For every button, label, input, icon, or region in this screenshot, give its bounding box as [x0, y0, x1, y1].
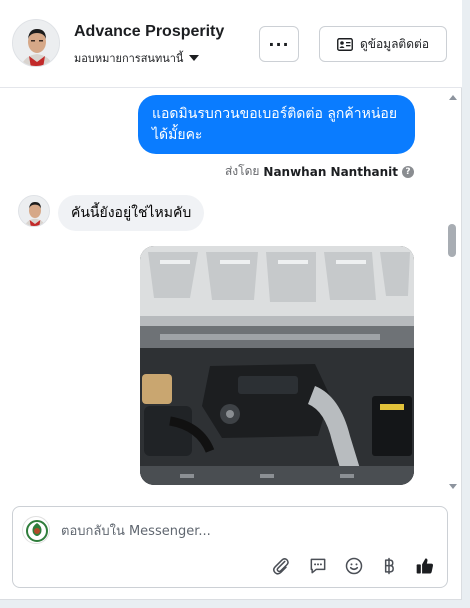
- more-options-label: ···: [268, 34, 290, 54]
- page-name: Advance Prosperity: [74, 23, 225, 40]
- sent-by-line: ส่งโดย Nanwhan Nanthanit ?: [225, 162, 414, 181]
- sent-by-prefix: ส่งโดย: [224, 164, 260, 178]
- outgoing-message-text: แอดมินรบกวนขอเบอร์ติดต่อ ลูกค้าหน่อยได้ม…: [152, 106, 398, 143]
- scroll-down-arrow[interactable]: [449, 484, 457, 489]
- incoming-message-text: คันนี้ยังอยู่ใช่ไหมคับ: [71, 205, 192, 221]
- engine-bay-image: [140, 246, 414, 485]
- more-options-button[interactable]: ···: [259, 26, 299, 62]
- thumbs-up-icon[interactable]: [413, 554, 437, 578]
- attachment-icon[interactable]: [269, 554, 293, 578]
- page-avatar: [22, 516, 50, 544]
- conversation-header: Advance Prosperity มอบหมายการสนทนานี้ ··…: [0, 0, 462, 88]
- incoming-message-bubble[interactable]: คันนี้ยังอยู่ใช่ไหมคับ: [58, 195, 205, 231]
- view-contact-label: ดูข้อมูลติดต่อ: [359, 36, 430, 51]
- view-contact-button[interactable]: ดูข้อมูลติดต่อ: [319, 26, 447, 62]
- help-icon[interactable]: ?: [402, 165, 414, 178]
- assign-conversation-dropdown[interactable]: มอบหมายการสนทนานี้: [74, 49, 200, 67]
- scrollbar-thumb[interactable]: [448, 224, 456, 257]
- reply-input[interactable]: [61, 520, 431, 542]
- emoji-icon[interactable]: [342, 554, 366, 578]
- contact-avatar[interactable]: [12, 19, 60, 67]
- sender-name: Nanwhan Nanthanit: [263, 164, 398, 179]
- page-logo-icon: [24, 518, 49, 543]
- contact-card-icon: [337, 37, 353, 51]
- incoming-sender-avatar: [18, 195, 50, 227]
- reply-composer: [12, 506, 448, 588]
- avatar-photo: [19, 196, 49, 226]
- caret-down-icon: [189, 55, 200, 61]
- assign-label: มอบหมายการสนทนานี้: [74, 52, 184, 65]
- engine-photo-attachment[interactable]: [140, 246, 414, 485]
- scroll-up-arrow[interactable]: [449, 95, 457, 100]
- outgoing-message-bubble[interactable]: แอดมินรบกวนขอเบอร์ติดต่อ ลูกค้าหน่อยได้ม…: [138, 95, 415, 154]
- avatar-photo: [13, 20, 59, 66]
- baht-icon[interactable]: [377, 554, 401, 578]
- saved-reply-icon[interactable]: [306, 554, 330, 578]
- conversation-panel: Advance Prosperity มอบหมายการสนทนานี้ ··…: [0, 0, 462, 600]
